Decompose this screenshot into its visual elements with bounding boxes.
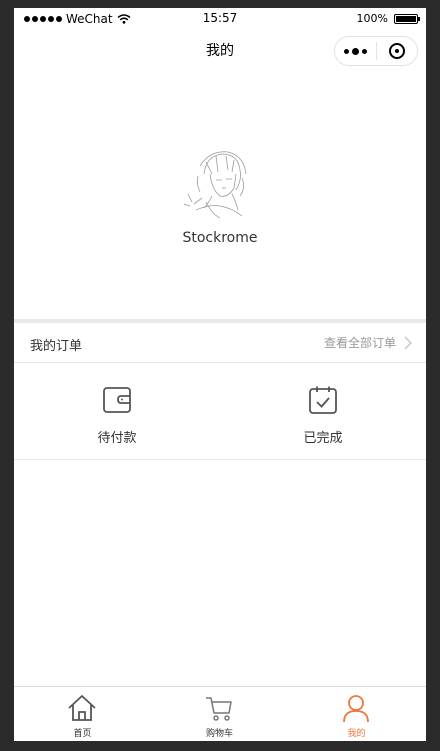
wallet-icon xyxy=(103,387,131,413)
more-dot-icon xyxy=(351,47,359,55)
home-icon xyxy=(68,695,96,721)
chevron-right-icon xyxy=(404,335,412,350)
completed-orders-button[interactable]: 已完成 xyxy=(220,363,426,460)
profile-section: Stockrome xyxy=(14,70,426,320)
username: Stockrome xyxy=(182,230,258,246)
view-all-orders-label: 查看全部订单 xyxy=(323,336,396,350)
tab-mine[interactable]: 我的 xyxy=(288,687,425,741)
tab-cart[interactable]: 购物车 xyxy=(151,687,288,741)
orders-header: 我的订单 查看全部订单 xyxy=(14,323,426,363)
more-dot-icon xyxy=(343,48,349,54)
status-bar: WeChat 15:57 100% xyxy=(14,8,426,30)
mini-program-capsule xyxy=(334,36,418,66)
tab-home[interactable]: 首页 xyxy=(14,687,151,741)
status-right: 100% xyxy=(356,12,420,25)
user-icon xyxy=(343,695,369,723)
pending-payment-button[interactable]: 待付款 xyxy=(14,363,220,460)
phone-screen: WeChat 15:57 100% 我的 Stockrome 我的订单 查看全部… xyxy=(14,8,426,741)
avatar[interactable] xyxy=(176,144,262,230)
more-button[interactable] xyxy=(335,37,376,65)
tab-cart-label: 购物车 xyxy=(205,729,233,739)
target-icon xyxy=(388,43,405,59)
tab-home-label: 首页 xyxy=(73,729,92,739)
cart-icon xyxy=(206,697,232,721)
close-miniprogram-button[interactable] xyxy=(376,37,417,65)
calendar-check-icon xyxy=(309,386,337,414)
pending-payment-label: 待付款 xyxy=(97,431,137,446)
order-status-row: 待付款 已完成 xyxy=(14,363,426,460)
tab-bar: 首页 购物车 我的 xyxy=(14,686,426,741)
tab-mine-label: 我的 xyxy=(347,729,366,739)
completed-orders-label: 已完成 xyxy=(303,431,343,446)
view-all-orders-link[interactable]: 查看全部订单 xyxy=(324,334,412,351)
battery-percent: 100% xyxy=(356,12,388,25)
battery-icon xyxy=(394,13,420,24)
nav-bar: 我的 xyxy=(14,30,426,70)
more-dot-icon xyxy=(361,48,367,54)
orders-title: 我的订单 xyxy=(30,339,83,354)
